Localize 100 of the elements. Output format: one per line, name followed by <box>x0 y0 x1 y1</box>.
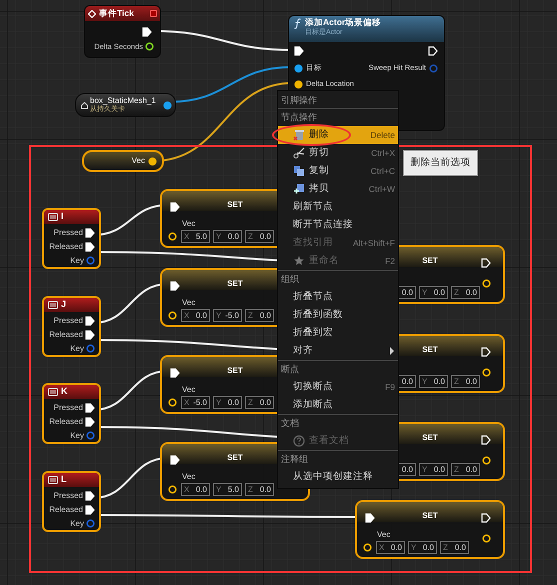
data-pin-icon[interactable] <box>482 534 491 543</box>
vector-field[interactable]: Z 0.0 <box>245 309 274 322</box>
data-pin-icon[interactable] <box>168 485 177 494</box>
exec-pin-icon[interactable] <box>170 455 180 465</box>
keyboard-icon <box>48 301 58 309</box>
exec-pin-icon[interactable] <box>481 513 491 523</box>
exec-pin-icon[interactable] <box>170 281 180 291</box>
copy-icon <box>293 165 305 177</box>
axis-label: X <box>184 312 190 320</box>
exec-pin-icon[interactable] <box>142 27 152 37</box>
exec-pin-icon[interactable] <box>85 330 95 340</box>
vector-field[interactable]: Y 0.0 <box>419 375 448 388</box>
field-value: 0.0 <box>260 486 271 494</box>
key-event-node[interactable]: K Pressed Released Key <box>42 383 101 444</box>
help-icon <box>293 435 305 447</box>
vector-field[interactable]: Z 0.0 <box>245 396 274 409</box>
exec-pin-icon[interactable] <box>294 46 304 56</box>
key-event-node[interactable]: J Pressed Released Key <box>42 296 101 357</box>
vector-field[interactable]: Y 0.0 <box>419 286 448 299</box>
axis-label: Y <box>216 398 222 406</box>
exec-pin-icon[interactable] <box>85 242 95 252</box>
field-value: 0.0 <box>260 398 271 406</box>
exec-pin-icon[interactable] <box>481 435 491 445</box>
tooltip: 删除当前选项 <box>403 150 478 176</box>
vector-field[interactable]: Z 0.0 <box>245 230 274 243</box>
field-value: -5.0 <box>225 312 239 320</box>
exec-pin-icon[interactable] <box>365 513 375 523</box>
data-pin-icon[interactable] <box>482 368 491 377</box>
data-pin-icon[interactable] <box>168 311 177 320</box>
data-pin-icon[interactable] <box>168 398 177 407</box>
vector-field[interactable]: Y 5.0 <box>213 483 242 496</box>
axis-label: Z <box>454 288 459 296</box>
exec-pin-icon[interactable] <box>85 228 95 238</box>
axis-label: X <box>184 398 190 406</box>
variable-node[interactable]: Vec <box>82 150 164 172</box>
vector-field[interactable]: Y -5.0 <box>213 309 242 322</box>
vector-field[interactable]: Y 0.0 <box>213 396 242 409</box>
menu-section-label: 注释组 <box>281 452 308 466</box>
vector-field[interactable]: X -5.0 <box>181 396 210 409</box>
exec-pin-icon[interactable] <box>85 490 95 500</box>
duplicate-icon <box>293 183 305 195</box>
menu-item[interactable]: 删除 Delete <box>278 126 398 144</box>
pin-label: Key <box>70 254 84 266</box>
vector-field[interactable]: Y 0.0 <box>419 463 448 476</box>
key-event-node[interactable]: L Pressed Released Key <box>42 471 101 532</box>
set-node[interactable]: SET Vec X 0.0 Y 0.0 Z 0.0 <box>355 500 505 559</box>
data-pin-icon[interactable] <box>148 156 157 166</box>
field-value: 0.0 <box>390 544 402 552</box>
vector-field[interactable]: Z 0.0 <box>245 483 274 496</box>
exec-pin-icon[interactable] <box>170 202 180 212</box>
node-title: Vec <box>132 155 145 167</box>
variable-label: Vec <box>377 530 392 540</box>
exec-pin-icon[interactable] <box>85 504 95 514</box>
axis-label: X <box>184 232 190 240</box>
exec-pin-icon[interactable] <box>170 368 180 378</box>
data-pin-icon[interactable] <box>482 279 491 288</box>
exec-pin-icon[interactable] <box>85 316 95 326</box>
vector-field[interactable]: Z 0.0 <box>451 375 480 388</box>
field-value: 0.0 <box>196 486 207 494</box>
data-pin-icon[interactable] <box>145 42 154 51</box>
vector-field[interactable]: X 0.0 <box>376 541 405 554</box>
data-pin-icon[interactable] <box>363 543 372 552</box>
axis-label: Z <box>248 398 253 406</box>
node-title: SET <box>422 433 438 442</box>
exec-pin-icon[interactable] <box>85 416 95 426</box>
vector-field[interactable]: X 0.0 <box>181 483 210 496</box>
axis-label: Z <box>248 486 253 494</box>
vector-field[interactable]: X 0.0 <box>181 309 210 322</box>
menu-section-label: 文档 <box>281 416 299 430</box>
field-value: 0.0 <box>434 378 445 386</box>
vector-field[interactable]: Y 0.0 <box>213 230 242 243</box>
node-title: SET <box>422 511 438 520</box>
trash-can-icon <box>293 129 305 141</box>
field-value: 0.0 <box>434 288 445 296</box>
field-value: 0.0 <box>422 544 434 552</box>
exec-pin-icon[interactable] <box>481 347 491 357</box>
exec-pin-icon[interactable] <box>481 258 491 268</box>
exec-pin-icon[interactable] <box>428 46 438 56</box>
data-pin-icon[interactable] <box>168 232 177 241</box>
data-pin-icon[interactable] <box>294 64 303 72</box>
keyboard-icon <box>48 388 58 396</box>
field-value: 5.0 <box>196 232 207 240</box>
data-pin-icon[interactable] <box>294 80 303 88</box>
axis-label: Y <box>422 288 428 296</box>
data-pin-icon[interactable] <box>482 456 491 465</box>
key-event-node[interactable]: I Pressed Released Key <box>42 208 101 269</box>
vector-field[interactable]: Y 0.0 <box>408 541 437 554</box>
vector-field[interactable]: Z 0.0 <box>440 541 469 554</box>
pin-label: Pressed <box>54 226 83 238</box>
axis-label: Y <box>411 544 416 552</box>
vector-field[interactable]: Z 0.0 <box>451 463 480 476</box>
node-title: SET <box>227 366 243 375</box>
node-title: K <box>61 385 68 398</box>
pin-label: Released <box>49 416 83 428</box>
menu-item[interactable]: 剪切 Ctrl+X <box>278 144 398 162</box>
menu-item[interactable]: 复制 Ctrl+C <box>278 162 398 180</box>
data-pin-icon[interactable] <box>163 100 172 110</box>
vector-field[interactable]: X 5.0 <box>181 230 210 243</box>
vector-field[interactable]: Z 0.0 <box>451 286 480 299</box>
exec-pin-icon[interactable] <box>85 402 95 412</box>
